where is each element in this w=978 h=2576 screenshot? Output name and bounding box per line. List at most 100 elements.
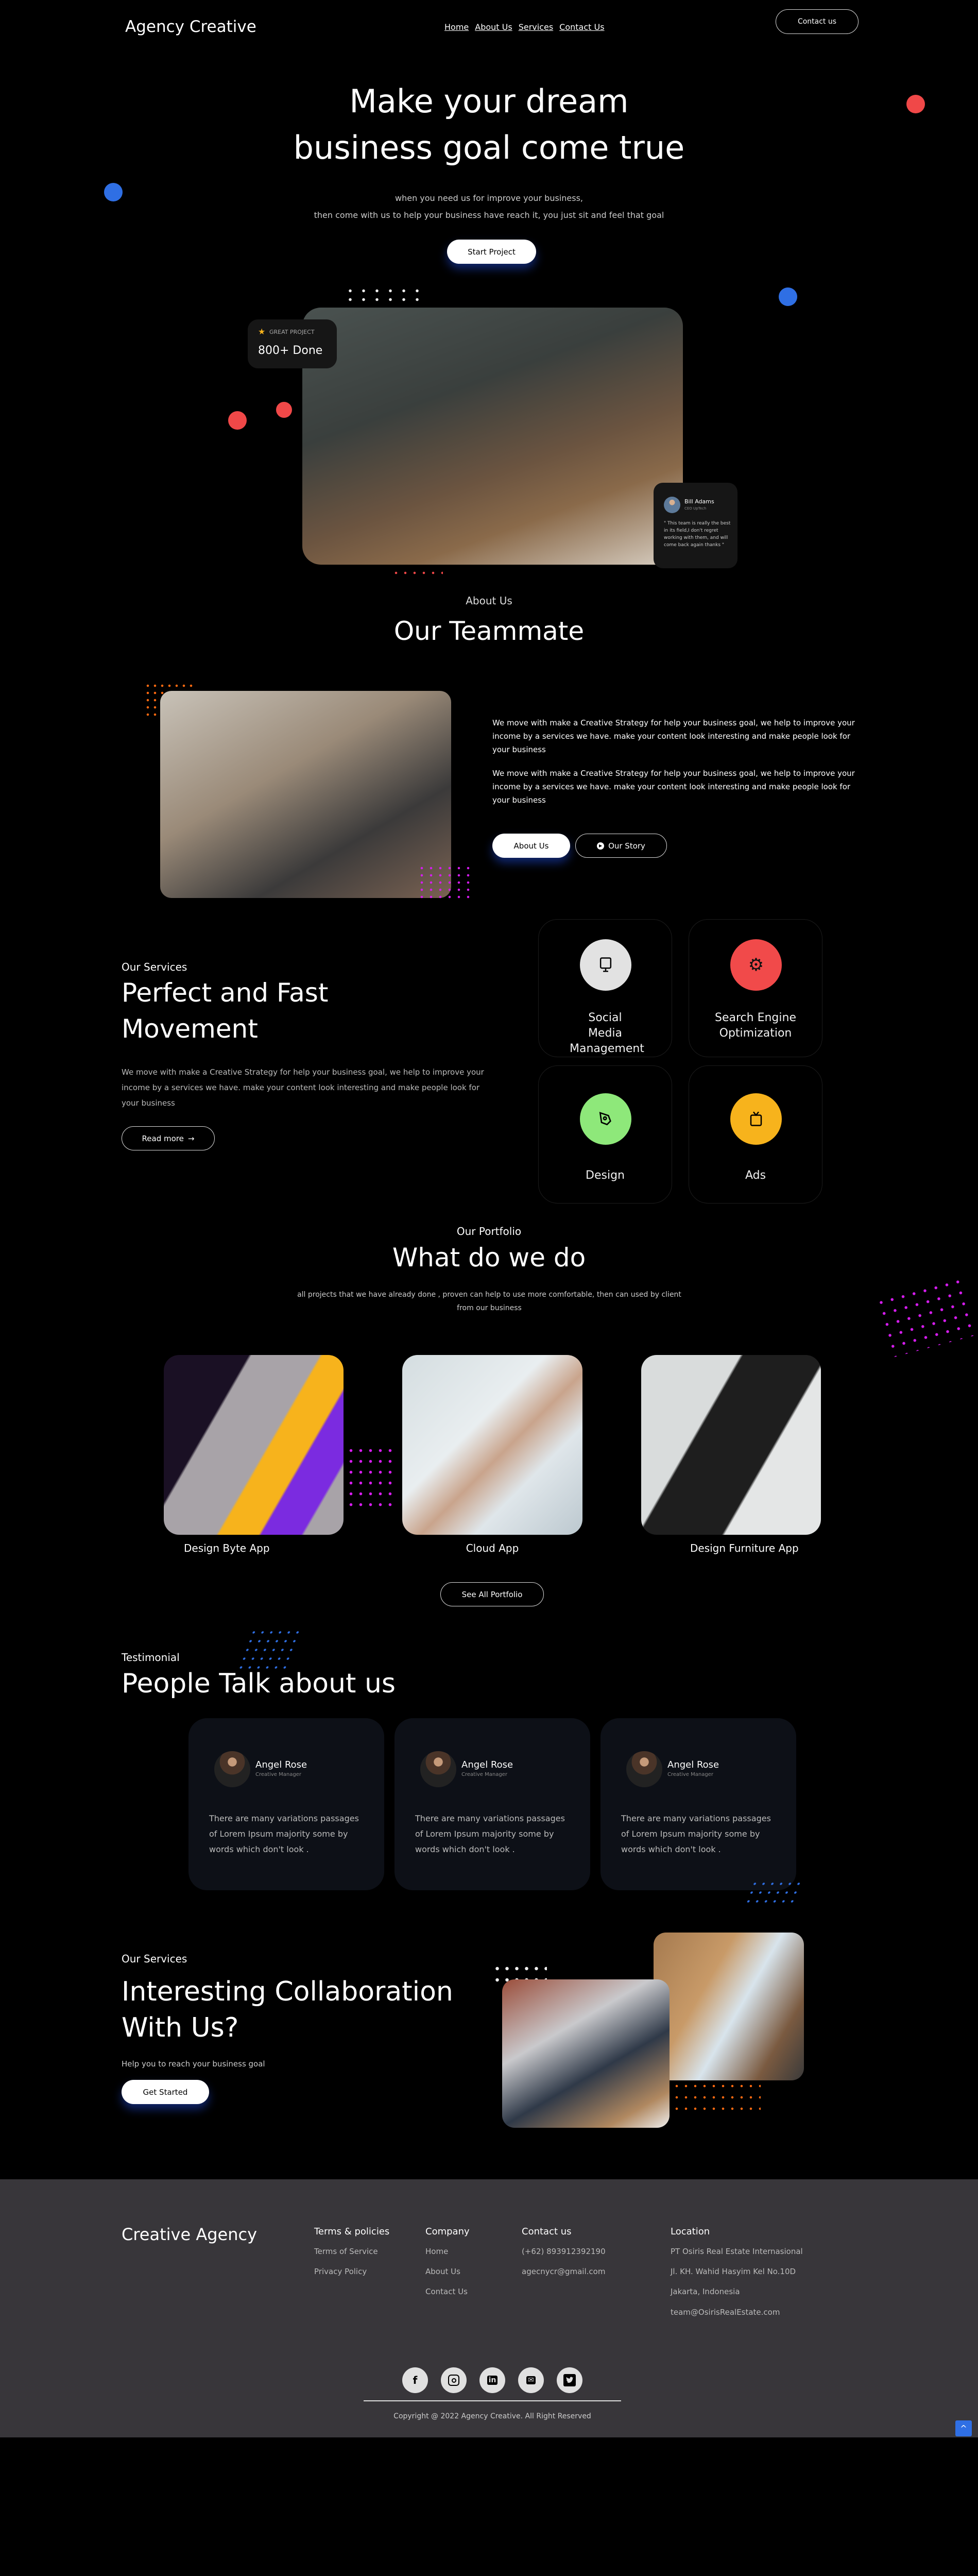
portfolio-image-furniture[interactable] [641, 1355, 821, 1535]
hero-title-line2: business goal come true [293, 129, 685, 166]
decor-dots-blue [235, 1628, 303, 1671]
service-card[interactable]: ⚙ Search Engine Optimization [689, 919, 822, 1057]
read-more-label: Read more [142, 1133, 184, 1143]
testimonial-name: Angel Rose [461, 1759, 513, 1770]
badge-value: 800+ Done [258, 344, 323, 357]
instagram-icon[interactable] [441, 2367, 467, 2393]
nav-about[interactable]: About Us [475, 22, 512, 32]
avatar [420, 1751, 456, 1787]
footer [0, 2179, 978, 2437]
testimonial-name: Angel Rose [255, 1759, 307, 1770]
portfolio-image-cloud[interactable] [402, 1355, 582, 1535]
footer-terms-title: Terms & policies [314, 2226, 390, 2237]
twitter-icon[interactable] [557, 2367, 582, 2393]
testimonial-card: Angel Rose Creative Manager There are ma… [188, 1718, 384, 1890]
start-project-button[interactable]: Start Project [447, 240, 536, 264]
footer-link[interactable]: Privacy Policy [314, 2267, 367, 2276]
footer-link[interactable]: Contact Us [425, 2287, 468, 2296]
service-card[interactable]: Design [538, 1065, 672, 1204]
footer-brand: Creative Agency [122, 2225, 258, 2244]
reviewer-role: CEO UpTech [684, 506, 707, 511]
monitor-icon [580, 939, 631, 991]
testimonial-card: Angel Rose Creative Manager There are ma… [394, 1718, 590, 1890]
our-story-label: Our Story [608, 841, 645, 851]
collab-subtitle: Help you to reach your business goal [122, 2059, 265, 2069]
testimonial-name: Angel Rose [667, 1759, 719, 1770]
footer-location-title: Location [671, 2226, 710, 2237]
portfolio-title: What do we do [392, 1243, 586, 1273]
high-five-photo [502, 1979, 670, 2128]
collab-title-line2: With Us? [122, 2012, 239, 2043]
decor-dots-red [391, 570, 443, 576]
service-label: Ads [745, 1169, 766, 1182]
main-nav: Home About Us Services Contact Us [444, 22, 605, 32]
service-label: Search Engine Optimization [715, 1011, 796, 1040]
decor-dots-magenta [346, 1445, 395, 1510]
footer-location-email[interactable]: team@OsirisRealEstate.com [671, 2308, 780, 2317]
services-title-line2: Movement [122, 1014, 258, 1044]
footer-phone: (+62) 893912392190 [522, 2247, 606, 2256]
review-card: Bill Adams CEO UpTech " This team is rea… [654, 483, 737, 568]
testimonial-eyebrow: Testimonial [122, 1651, 180, 1664]
gear-icon: ⚙ [730, 939, 782, 991]
decor-dots-blue [741, 1879, 802, 1908]
avatar [214, 1751, 250, 1787]
about-us-button[interactable]: About Us [492, 834, 570, 858]
play-icon: ▶ [597, 842, 605, 850]
hero-subtitle-line2: then come with us to help your business … [314, 210, 664, 220]
logo[interactable]: Agency Creative [125, 18, 256, 36]
arrow-right-icon: → [187, 1133, 195, 1143]
our-story-button[interactable]: ▶ Our Story [575, 834, 667, 858]
footer-email[interactable]: agecnycr@gmail.com [522, 2267, 605, 2276]
testimonial-text: There are many variations passages of Lo… [415, 1814, 565, 1854]
testimonial-title: People Talk about us [122, 1668, 396, 1699]
about-eyebrow: About Us [466, 595, 512, 607]
footer-divider [364, 2400, 621, 2401]
review-quote: " This team is really the best in its fi… [664, 521, 731, 548]
decor-dots-white [344, 286, 426, 306]
pen-tool-icon [580, 1093, 631, 1145]
testimonial-role: Creative Manager [255, 1772, 301, 1777]
contact-us-button[interactable]: Contact us [776, 9, 859, 34]
collab-eyebrow: Our Services [122, 1953, 187, 1965]
decor-dot-blue [779, 287, 797, 306]
service-label: Design [586, 1169, 625, 1182]
office-photo [654, 1933, 804, 2080]
get-started-button[interactable]: Get Started [122, 2080, 209, 2104]
linkedin-icon[interactable]: in [479, 2367, 505, 2393]
testimonial-card: Angel Rose Creative Manager There are ma… [600, 1718, 796, 1890]
footer-link[interactable]: Home [425, 2247, 448, 2256]
portfolio-image-byte[interactable] [164, 1355, 344, 1535]
services-title-line1: Perfect and Fast [122, 978, 329, 1008]
read-more-button[interactable]: Read more → [122, 1126, 215, 1150]
about-paragraph: We move with make a Creative Strategy fo… [492, 769, 855, 805]
footer-address: Jakarta, Indonesia [671, 2287, 740, 2296]
see-all-portfolio-button[interactable]: See All Portfolio [440, 1582, 544, 1606]
testimonial-text: There are many variations passages of Lo… [209, 1814, 359, 1854]
services-eyebrow: Our Services [122, 961, 187, 973]
footer-link[interactable]: Terms of Service [314, 2247, 378, 2256]
about-paragraph: We move with make a Creative Strategy fo… [492, 718, 855, 754]
decor-dots-magenta [417, 865, 472, 902]
service-card[interactable]: Social Media Management [538, 919, 672, 1057]
reviewer-avatar [664, 497, 680, 513]
nav-home[interactable]: Home [444, 22, 469, 32]
service-card[interactable]: Ads [689, 1065, 822, 1204]
nav-contact[interactable]: Contact Us [559, 22, 604, 32]
testimonial-text: There are many variations passages of Lo… [621, 1814, 771, 1854]
avatar [626, 1751, 662, 1787]
portfolio-description: all projects that we have already done ,… [297, 1291, 681, 1312]
mail-icon[interactable]: ✉ [518, 2367, 544, 2393]
hero-title-line1: Make your dream [349, 82, 629, 120]
scroll-top-button[interactable]: ^ [955, 2420, 972, 2436]
great-project-badge: ★ GREAT PROJECT 800+ Done [248, 319, 337, 368]
services-description: We move with make a Creative Strategy fo… [122, 1067, 484, 1108]
service-label: Social Media Management [570, 1011, 644, 1055]
hero-team-photo [302, 308, 683, 565]
facebook-icon[interactable]: f [402, 2367, 428, 2393]
portfolio-label: Design Byte App [184, 1542, 270, 1554]
portfolio-eyebrow: Our Portfolio [456, 1225, 522, 1238]
about-title: Our Teammate [393, 616, 585, 646]
nav-services[interactable]: Services [519, 22, 553, 32]
footer-link[interactable]: About Us [425, 2267, 460, 2276]
